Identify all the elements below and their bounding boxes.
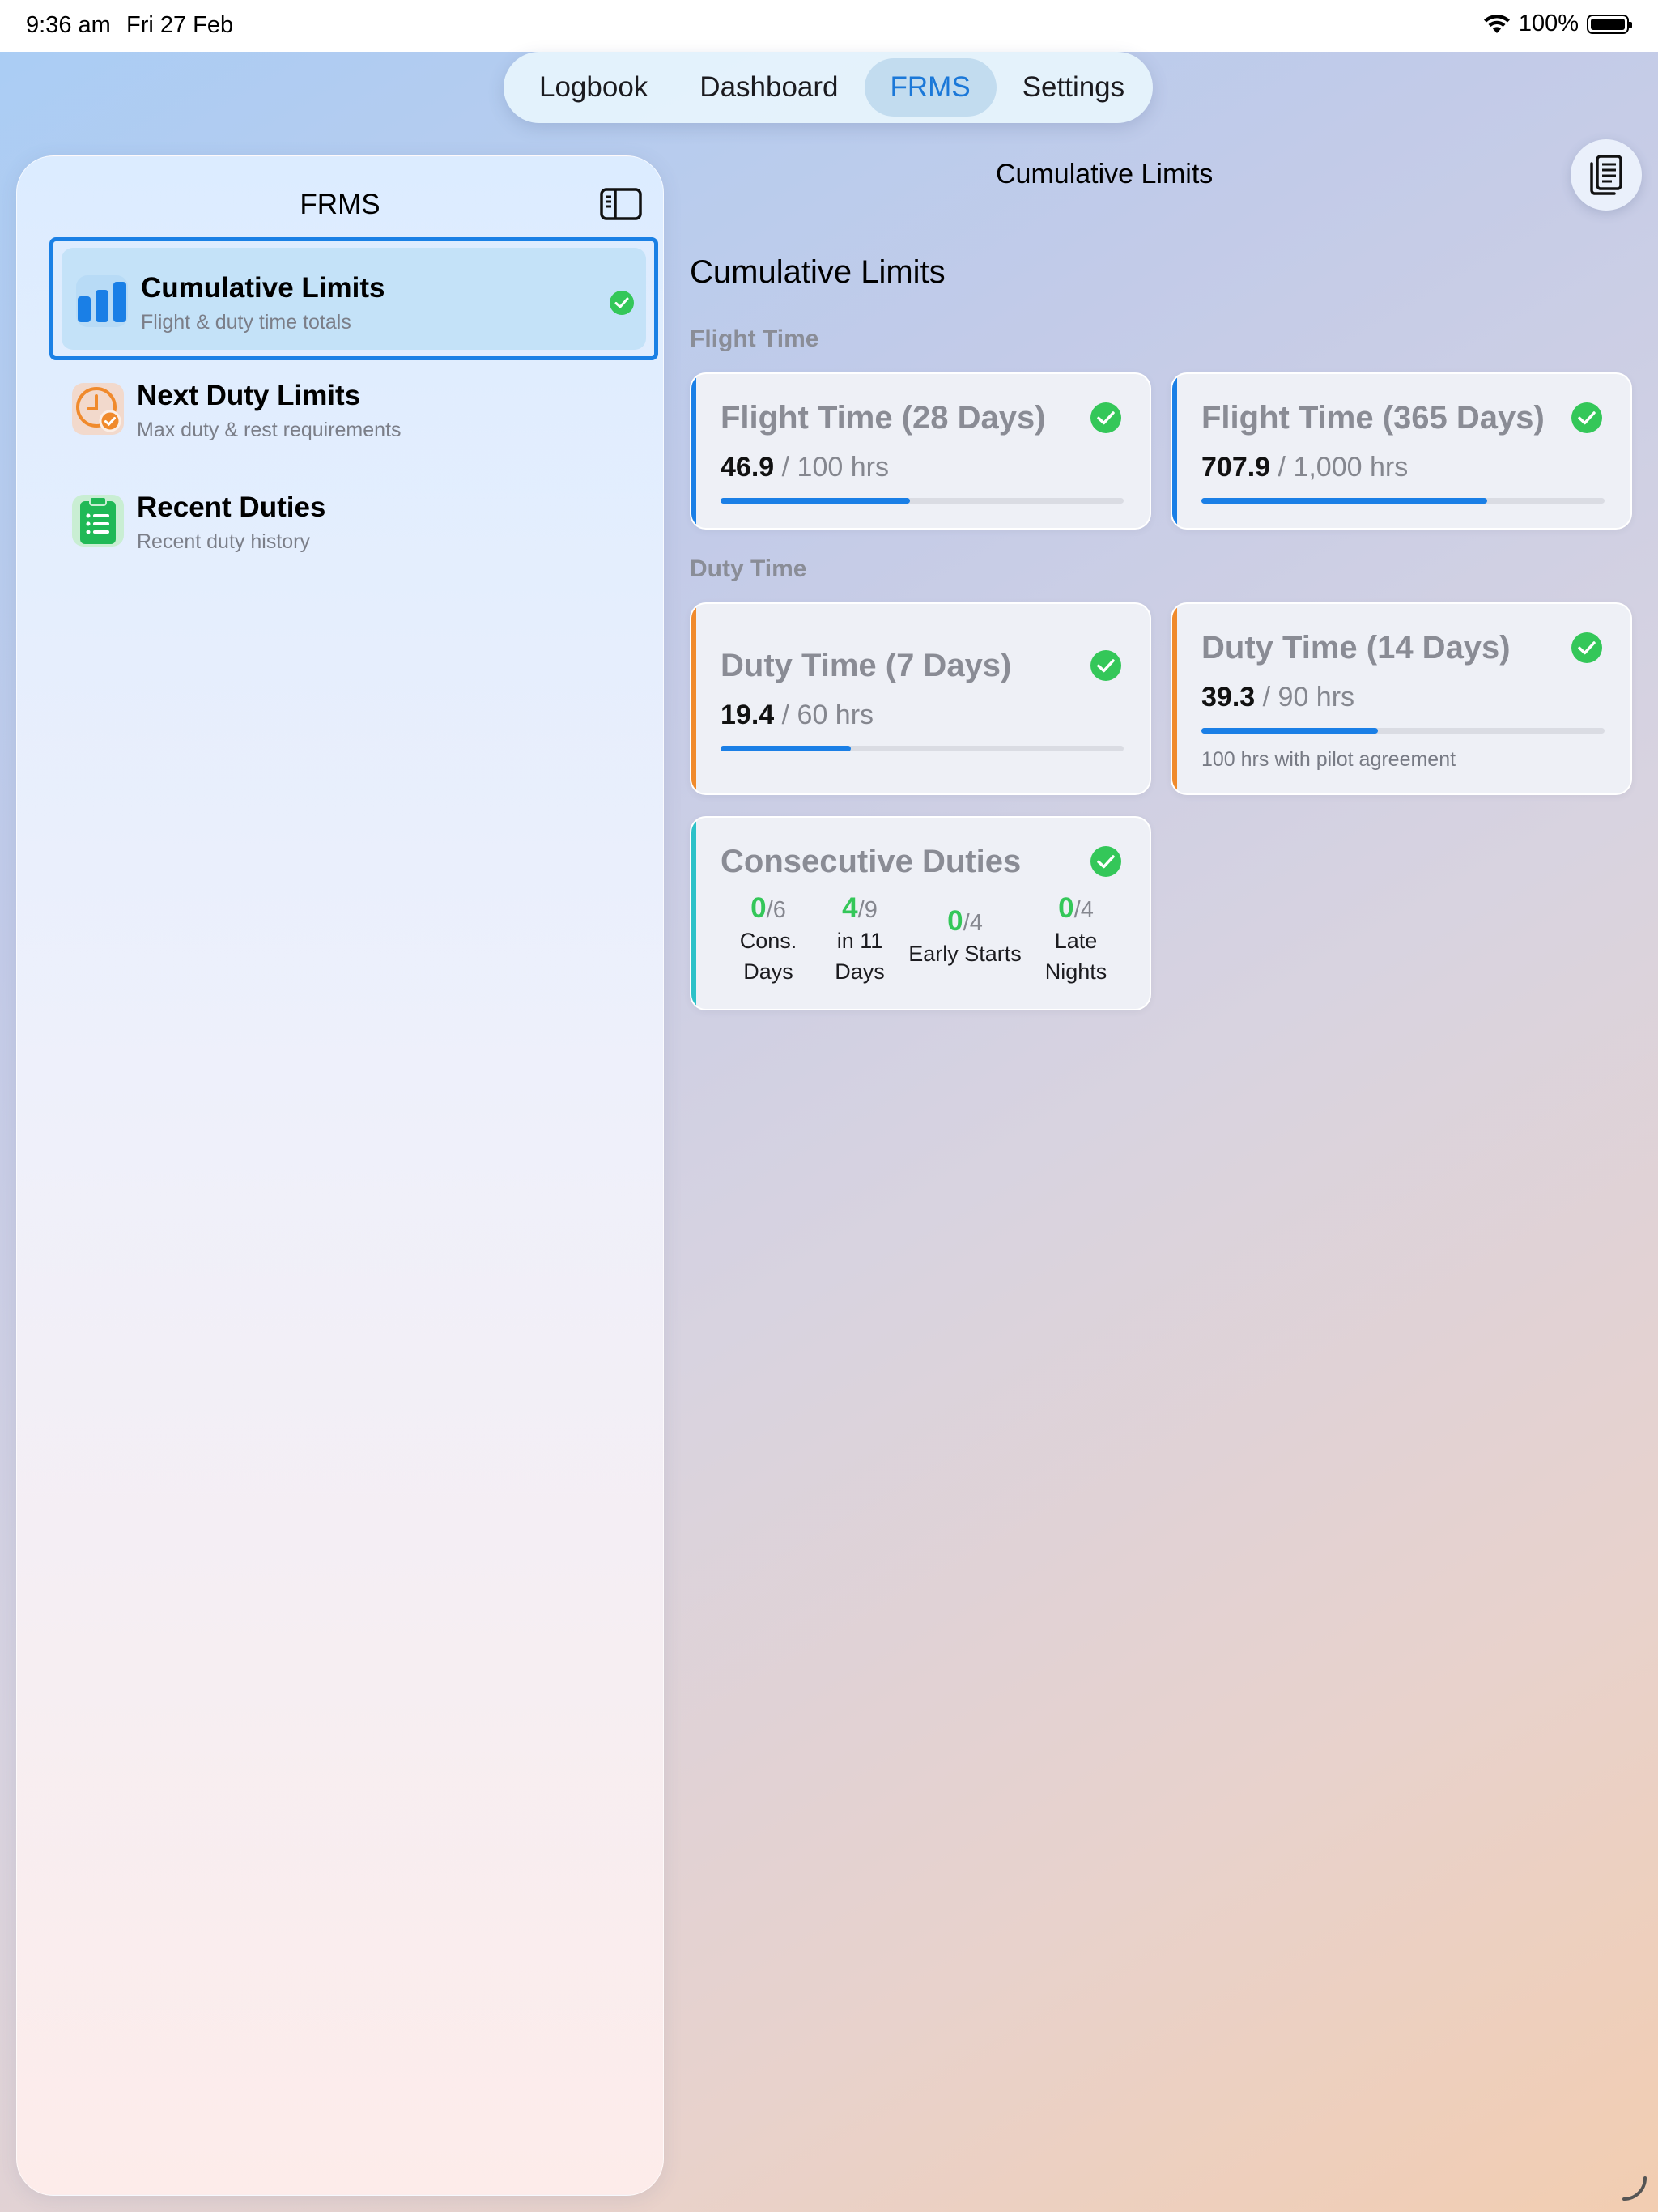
card-title: Flight Time (28 Days) bbox=[721, 400, 1046, 436]
check-circle-icon bbox=[1090, 845, 1122, 882]
value-number: 707.9 bbox=[1201, 452, 1271, 483]
stat-max: /6 bbox=[766, 897, 786, 923]
sidebar-item-title: Recent Duties bbox=[137, 491, 326, 523]
status-indicators: 100% bbox=[1483, 11, 1632, 37]
card-note: 100 hrs with pilot agreement bbox=[1201, 748, 1456, 771]
page-heading: Cumulative Limits bbox=[690, 254, 946, 290]
status-bar: 9:36 am Fri 27 Feb 100% bbox=[0, 0, 1658, 52]
sidebar-item-recent-duties[interactable]: Recent Duties Recent duty history bbox=[49, 461, 658, 584]
stat-max: /4 bbox=[1073, 897, 1094, 923]
value-limit: / 1,000 hrs bbox=[1278, 452, 1409, 483]
status-date: Fri 27 Feb bbox=[126, 12, 234, 38]
card-flight-time-365-days[interactable]: Flight Time (365 Days) 707.9 / 1,000 hrs bbox=[1171, 372, 1632, 530]
progress-bar bbox=[1201, 498, 1605, 504]
card-title: Duty Time (14 Days) bbox=[1201, 630, 1511, 666]
battery-icon bbox=[1587, 14, 1632, 34]
progress-bar bbox=[721, 498, 1124, 504]
value-number: 39.3 bbox=[1201, 682, 1256, 713]
tab-settings[interactable]: Settings bbox=[997, 58, 1150, 117]
check-circle-icon bbox=[1571, 632, 1603, 668]
status-time: 9:36 am bbox=[26, 12, 111, 38]
stat-max: /4 bbox=[963, 910, 983, 936]
nav-title: Cumulative Limits bbox=[996, 159, 1214, 189]
battery-percent: 100% bbox=[1518, 11, 1579, 36]
tab-dashboard[interactable]: Dashboard bbox=[674, 58, 864, 117]
progress-bar bbox=[1201, 728, 1605, 734]
clipboard-icon bbox=[72, 495, 124, 547]
card-consecutive-duties[interactable]: Consecutive Duties 0/6 Cons. Days 4/9 in… bbox=[690, 816, 1151, 1010]
section-label-flight-time: Flight Time bbox=[690, 325, 819, 352]
stat-consecutive-days: 0/6 Cons. Days bbox=[724, 892, 813, 986]
value-number: 19.4 bbox=[721, 700, 775, 730]
value-limit: / 90 hrs bbox=[1262, 682, 1355, 713]
stat-label: Nights bbox=[1044, 959, 1107, 984]
tab-frms[interactable]: FRMS bbox=[864, 58, 997, 117]
stat-early-starts: 0/4 Early Starts bbox=[900, 905, 1030, 968]
value-limit: / 60 hrs bbox=[781, 700, 874, 730]
card-value: 707.9 / 1,000 hrs bbox=[1201, 452, 1408, 483]
stat-value: 0 bbox=[947, 905, 963, 937]
value-number: 46.9 bbox=[721, 452, 775, 483]
stat-label: Days bbox=[743, 959, 793, 984]
card-title: Flight Time (365 Days) bbox=[1201, 400, 1545, 436]
document-icon bbox=[1590, 155, 1622, 195]
card-value: 39.3 / 90 hrs bbox=[1201, 682, 1354, 713]
stat-value: 4 bbox=[842, 892, 858, 924]
check-circle-icon bbox=[1090, 649, 1122, 686]
document-button[interactable] bbox=[1571, 139, 1642, 211]
resize-handle-icon[interactable] bbox=[1619, 2173, 1648, 2202]
stat-value: 0 bbox=[1058, 892, 1074, 924]
tab-bar: Logbook Dashboard FRMS Settings bbox=[504, 52, 1153, 123]
stat-max: /9 bbox=[857, 897, 878, 923]
wifi-icon bbox=[1483, 14, 1510, 33]
check-circle-icon bbox=[609, 290, 635, 320]
card-duty-time-7-days[interactable]: Duty Time (7 Days) 19.4 / 60 hrs bbox=[690, 602, 1151, 795]
sidebar: FRMS Cumulative Limits Flight & duty tim… bbox=[16, 155, 664, 2196]
stat-value: 0 bbox=[750, 892, 767, 924]
bar-chart-icon bbox=[76, 275, 128, 327]
card-flight-time-28-days[interactable]: Flight Time (28 Days) 46.9 / 100 hrs bbox=[690, 372, 1151, 530]
sidebar-item-title: Cumulative Limits bbox=[141, 272, 385, 304]
sidebar-toggle-icon[interactable] bbox=[592, 179, 650, 229]
section-label-duty-time: Duty Time bbox=[690, 555, 807, 582]
stat-label: Early Starts bbox=[908, 942, 1022, 966]
stat-label: Late bbox=[1054, 929, 1098, 953]
check-circle-icon bbox=[1090, 402, 1122, 438]
sidebar-title: FRMS bbox=[300, 189, 380, 220]
sidebar-item-subtitle: Recent duty history bbox=[137, 530, 310, 553]
clock-badge-icon bbox=[72, 383, 124, 435]
card-title: Consecutive Duties bbox=[721, 844, 1022, 879]
sidebar-item-subtitle: Max duty & rest requirements bbox=[137, 419, 402, 441]
progress-bar bbox=[721, 746, 1124, 751]
sidebar-item-subtitle: Flight & duty time totals bbox=[141, 311, 351, 334]
stat-in-11-days: 4/9 in 11 Days bbox=[819, 892, 900, 986]
check-circle-icon bbox=[1571, 402, 1603, 438]
sidebar-item-cumulative-limits[interactable]: Cumulative Limits Flight & duty time tot… bbox=[49, 237, 658, 360]
stat-label: Days bbox=[835, 959, 885, 984]
value-limit: / 100 hrs bbox=[781, 452, 889, 483]
card-duty-time-14-days[interactable]: Duty Time (14 Days) 39.3 / 90 hrs 100 hr… bbox=[1171, 602, 1632, 795]
stat-label: in 11 bbox=[836, 929, 883, 953]
stat-late-nights: 0/4 Late Nights bbox=[1031, 892, 1120, 986]
sidebar-item-title: Next Duty Limits bbox=[137, 380, 361, 411]
card-value: 46.9 / 100 hrs bbox=[721, 452, 889, 483]
sidebar-item-next-duty-limits[interactable]: Next Duty Limits Max duty & rest require… bbox=[49, 349, 658, 472]
card-value: 19.4 / 60 hrs bbox=[721, 700, 874, 731]
stat-label: Cons. bbox=[739, 929, 797, 953]
card-title: Duty Time (7 Days) bbox=[721, 648, 1012, 683]
tab-logbook[interactable]: Logbook bbox=[513, 58, 674, 117]
